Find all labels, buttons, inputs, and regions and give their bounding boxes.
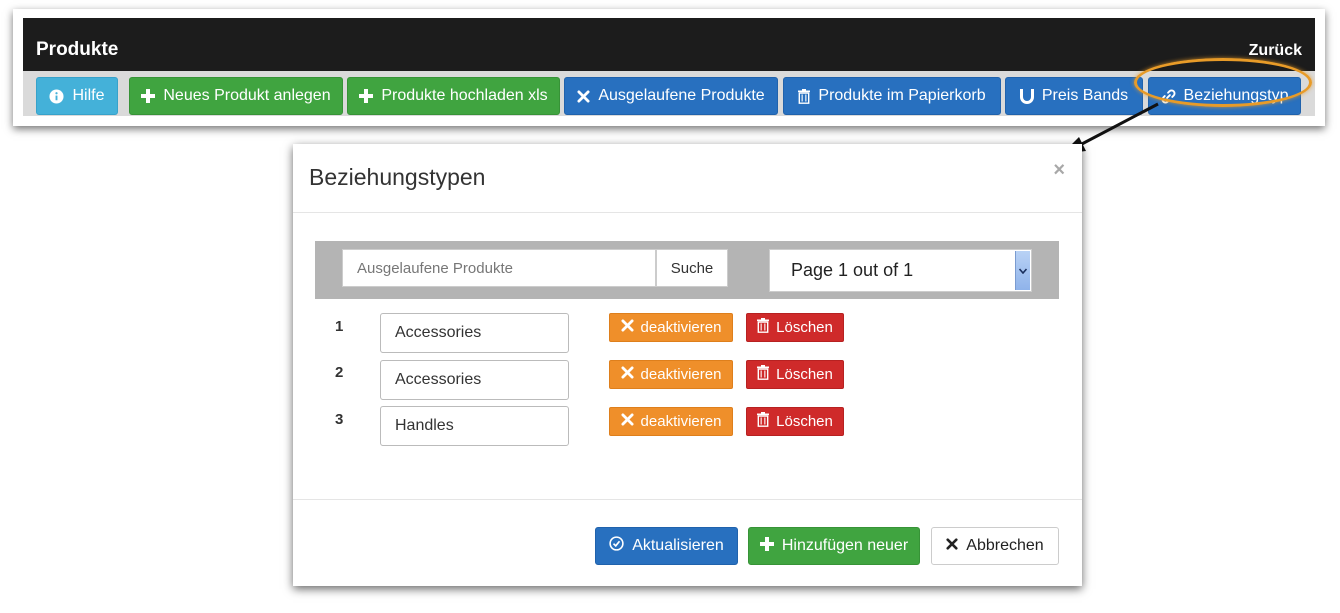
add-new-button-label: Hinzufügen neuer bbox=[781, 537, 909, 554]
close-icon[interactable]: × bbox=[1053, 160, 1065, 180]
modal-title: Beziehungstypen bbox=[309, 164, 486, 190]
price-bands-button-label: Preis Bands bbox=[1041, 87, 1129, 104]
plus-icon bbox=[759, 536, 774, 556]
modal-footer: Aktualisieren Hinzufügen neuer Abbrechen bbox=[293, 499, 1082, 586]
products-toolbar-frame: Produkte Zurück Hilfe Neues Produkt anle… bbox=[13, 9, 1325, 126]
search-button[interactable]: Suche bbox=[656, 249, 728, 287]
new-product-button[interactable]: Neues Produkt anlegen bbox=[129, 77, 343, 115]
info-icon bbox=[49, 88, 65, 104]
search-bar: Suche Page 1 out of 1 bbox=[315, 241, 1059, 299]
trash-icon bbox=[757, 412, 770, 431]
page-select[interactable]: Page 1 out of 1 bbox=[769, 249, 1032, 292]
check-circle-icon bbox=[609, 536, 624, 556]
magnet-icon bbox=[1019, 88, 1034, 104]
discontinued-products-button-label: Ausgelaufene Produkte bbox=[598, 87, 765, 104]
relationship-type-button-label: Beziehungstyp bbox=[1183, 87, 1289, 104]
new-product-button-label: Neues Produkt anlegen bbox=[163, 87, 331, 104]
upload-products-button[interactable]: Produkte hochladen xls bbox=[347, 77, 560, 115]
search-input[interactable] bbox=[342, 249, 656, 287]
row-number: 2 bbox=[335, 364, 344, 381]
relationship-types-modal: Beziehungstypen × Suche Page 1 out of 1 … bbox=[293, 144, 1082, 586]
relationship-type-field[interactable] bbox=[380, 313, 569, 353]
back-link[interactable]: Zurück bbox=[1249, 42, 1302, 60]
modal-header: Beziehungstypen × bbox=[293, 144, 1082, 213]
delete-button[interactable]: Löschen bbox=[746, 407, 844, 436]
help-button[interactable]: Hilfe bbox=[36, 77, 118, 115]
title-bar: Produkte Zurück bbox=[23, 18, 1315, 71]
cancel-button[interactable]: Abbrechen bbox=[931, 527, 1059, 565]
times-circle-icon bbox=[621, 366, 634, 383]
plus-icon bbox=[359, 89, 374, 103]
deactivate-button-label: deaktivieren bbox=[640, 319, 722, 336]
deactivate-button[interactable]: deaktivieren bbox=[609, 313, 733, 342]
times-icon bbox=[946, 537, 958, 555]
trash-icon bbox=[798, 88, 811, 104]
relationship-type-field[interactable] bbox=[380, 406, 569, 446]
add-new-button[interactable]: Hinzufügen neuer bbox=[748, 527, 920, 565]
help-button-label: Hilfe bbox=[72, 87, 105, 104]
trash-products-button-label: Produkte im Papierkorb bbox=[818, 87, 986, 104]
plus-icon bbox=[141, 89, 156, 103]
trash-icon bbox=[757, 318, 770, 337]
trash-icon bbox=[757, 365, 770, 384]
deactivate-button[interactable]: deaktivieren bbox=[609, 360, 733, 389]
update-button-label: Aktualisieren bbox=[632, 537, 724, 554]
relationship-type-button[interactable]: Beziehungstyp bbox=[1148, 77, 1301, 115]
row-number: 3 bbox=[335, 411, 344, 428]
action-toolbar: Hilfe Neues Produkt anlegen Produkte hoc… bbox=[23, 71, 1315, 116]
delete-button-label: Löschen bbox=[776, 319, 833, 336]
discontinued-products-button[interactable]: Ausgelaufene Produkte bbox=[564, 77, 778, 115]
chevron-down-icon bbox=[1015, 251, 1030, 290]
row-number: 1 bbox=[335, 318, 344, 335]
times-circle-icon bbox=[621, 413, 634, 430]
link-icon bbox=[1161, 89, 1176, 104]
upload-products-button-label: Produkte hochladen xls bbox=[381, 87, 548, 104]
relationship-type-field[interactable] bbox=[380, 360, 569, 400]
times-circle-icon bbox=[621, 319, 634, 336]
deactivate-button[interactable]: deaktivieren bbox=[609, 407, 733, 436]
delete-button-label: Löschen bbox=[776, 366, 833, 383]
deactivate-button-label: deaktivieren bbox=[640, 366, 722, 383]
update-button[interactable]: Aktualisieren bbox=[595, 527, 738, 565]
page-title: Produkte bbox=[36, 39, 119, 60]
deactivate-button-label: deaktivieren bbox=[640, 413, 722, 430]
delete-button[interactable]: Löschen bbox=[746, 313, 844, 342]
delete-button[interactable]: Löschen bbox=[746, 360, 844, 389]
times-icon bbox=[577, 89, 590, 103]
trash-products-button[interactable]: Produkte im Papierkorb bbox=[783, 77, 1001, 115]
delete-button-label: Löschen bbox=[776, 413, 833, 430]
cancel-button-label: Abbrechen bbox=[966, 537, 1044, 554]
price-bands-button[interactable]: Preis Bands bbox=[1005, 77, 1143, 115]
page-select-value: Page 1 out of 1 bbox=[791, 260, 914, 280]
